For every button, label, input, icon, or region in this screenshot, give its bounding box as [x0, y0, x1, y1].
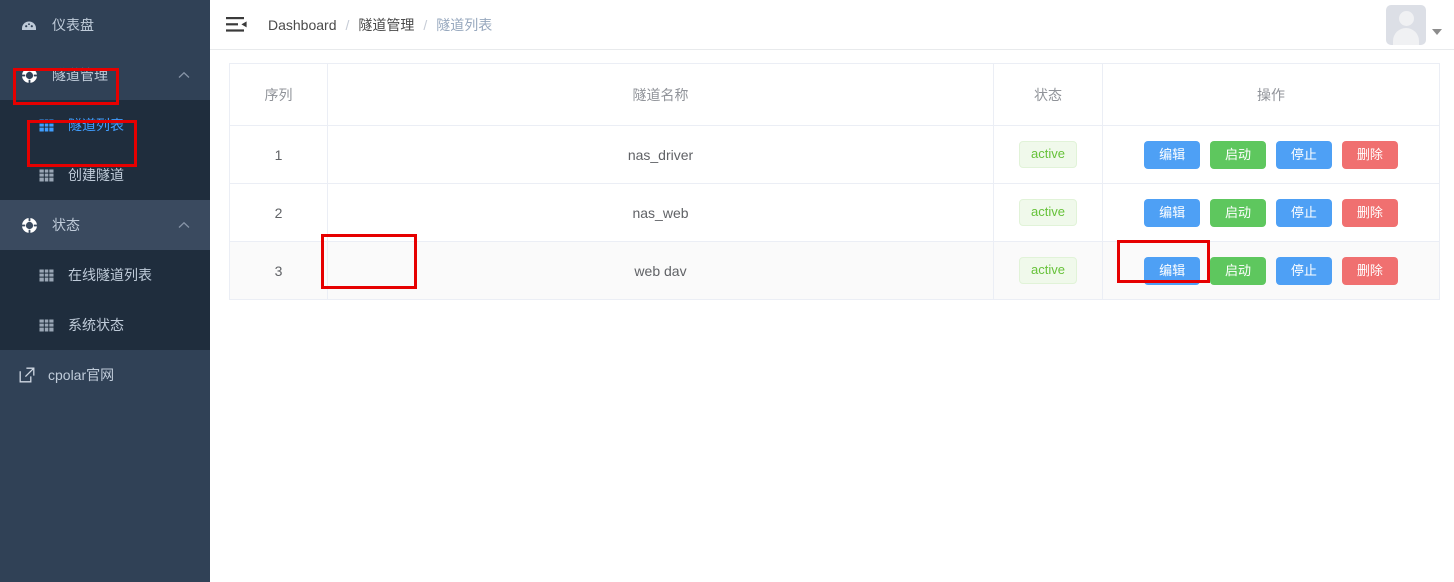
table-header-row: 序列 隧道名称 状态 操作: [229, 63, 1440, 126]
cell-seq: 2: [229, 183, 328, 242]
cell-name: nas_driver: [327, 125, 994, 184]
table-icon: [38, 267, 54, 283]
cell-seq: 3: [229, 241, 328, 300]
user-menu[interactable]: [1386, 5, 1442, 45]
caret-down-icon[interactable]: [1432, 29, 1442, 35]
cell-name: web dav: [327, 241, 994, 300]
table-icon: [38, 117, 54, 133]
submenu-status: 在线隧道列表 系统状态: [0, 250, 210, 350]
breadcrumb-item-tunnel-manage[interactable]: 隧道管理: [358, 15, 414, 35]
chevron-up-icon: [178, 219, 190, 231]
tunnel-icon: [20, 66, 38, 84]
cell-seq: 1: [229, 125, 328, 184]
dashboard-icon: [20, 16, 38, 34]
stop-button[interactable]: 停止: [1275, 140, 1332, 169]
menu-fold-icon[interactable]: [226, 15, 248, 35]
stop-button[interactable]: 停止: [1275, 198, 1332, 227]
breadcrumb-item-dashboard[interactable]: Dashboard: [268, 17, 337, 33]
breadcrumb-separator: /: [423, 17, 428, 33]
main-content: 序列 隧道名称 状态 操作 1 nas_driver active 编辑 启动 …: [210, 51, 1454, 582]
sidebar-item-label: 系统状态: [68, 317, 124, 333]
sidebar-item-label: 仪表盘: [52, 17, 94, 33]
table-row[interactable]: 2 nas_web active 编辑 启动 停止 删除: [229, 183, 1440, 242]
table-row[interactable]: 3 web dav active 编辑 启动 停止 删除: [229, 241, 1440, 300]
sidebar-item-system-status[interactable]: 系统状态: [0, 300, 210, 350]
table-icon: [38, 167, 54, 183]
delete-button[interactable]: 删除: [1341, 198, 1398, 227]
cell-actions: 编辑 启动 停止 删除: [1102, 125, 1440, 184]
tunnel-table: 序列 隧道名称 状态 操作 1 nas_driver active 编辑 启动 …: [229, 63, 1440, 300]
sidebar-item-label: 隧道列表: [68, 117, 124, 133]
start-button[interactable]: 启动: [1210, 256, 1267, 285]
avatar[interactable]: [1386, 5, 1426, 45]
column-header-status: 状态: [993, 63, 1103, 126]
status-badge: active: [1019, 257, 1077, 284]
chevron-up-icon: [178, 69, 190, 81]
tunnel-table-container: 序列 隧道名称 状态 操作 1 nas_driver active 编辑 启动 …: [229, 63, 1440, 300]
sidebar-item-dashboard[interactable]: 仪表盘: [0, 0, 210, 50]
cell-actions: 编辑 启动 停止 删除: [1102, 183, 1440, 242]
top-header: Dashboard / 隧道管理 / 隧道列表: [210, 0, 1454, 50]
cell-status: active: [993, 183, 1103, 242]
edit-button[interactable]: 编辑: [1144, 198, 1201, 227]
table-head: 序列 隧道名称 状态 操作: [229, 63, 1440, 126]
sidebar-group-tunnel-manage[interactable]: 隧道管理: [0, 50, 210, 100]
sidebar-group-label: 隧道管理: [52, 67, 108, 83]
breadcrumb-separator: /: [345, 17, 350, 33]
delete-button[interactable]: 删除: [1341, 140, 1398, 169]
tunnel-icon: [20, 216, 38, 234]
sidebar-item-label: 创建隧道: [68, 167, 124, 183]
delete-button[interactable]: 删除: [1341, 256, 1398, 285]
cell-status: active: [993, 125, 1103, 184]
cell-status: active: [993, 241, 1103, 300]
edit-button[interactable]: 编辑: [1144, 256, 1201, 285]
submenu-tunnel-manage: 隧道列表 创建隧道: [0, 100, 210, 200]
avatar-body: [1393, 28, 1419, 45]
edit-button[interactable]: 编辑: [1144, 140, 1201, 169]
sidebar-group-status[interactable]: 状态: [0, 200, 210, 250]
column-header-name: 隧道名称: [327, 63, 994, 126]
start-button[interactable]: 启动: [1210, 140, 1267, 169]
sidebar-item-create-tunnel[interactable]: 创建隧道: [0, 150, 210, 200]
column-header-seq: 序列: [229, 63, 328, 126]
sidebar-item-tunnel-list[interactable]: 隧道列表: [0, 100, 210, 150]
cell-actions: 编辑 启动 停止 删除: [1102, 241, 1440, 300]
breadcrumb-item-tunnel-list: 隧道列表: [436, 17, 493, 33]
cell-name: nas_web: [327, 183, 994, 242]
sidebar: 仪表盘 隧道管理 隧道列表 创建隧道 状态 在线隧道列表 系统状态 cpolar…: [0, 0, 210, 582]
external-link-icon: [18, 366, 36, 384]
sidebar-group-label: 状态: [52, 217, 80, 233]
avatar-head: [1398, 11, 1414, 26]
breadcrumb: Dashboard / 隧道管理 / 隧道列表: [268, 0, 492, 50]
start-button[interactable]: 启动: [1210, 198, 1267, 227]
sidebar-item-online-tunnel-list[interactable]: 在线隧道列表: [0, 250, 210, 300]
status-badge: active: [1019, 141, 1077, 168]
sidebar-item-cpolar-website[interactable]: cpolar官网: [0, 350, 210, 400]
status-badge: active: [1019, 199, 1077, 226]
table-body: 1 nas_driver active 编辑 启动 停止 删除 2 nas_we…: [229, 125, 1440, 300]
column-header-actions: 操作: [1102, 63, 1440, 126]
sidebar-item-label: cpolar官网: [48, 367, 115, 383]
table-row[interactable]: 1 nas_driver active 编辑 启动 停止 删除: [229, 125, 1440, 184]
app-root: 仪表盘 隧道管理 隧道列表 创建隧道 状态 在线隧道列表 系统状态 cpolar…: [0, 0, 1454, 582]
stop-button[interactable]: 停止: [1275, 256, 1332, 285]
sidebar-item-label: 在线隧道列表: [68, 267, 152, 283]
table-icon: [38, 317, 54, 333]
